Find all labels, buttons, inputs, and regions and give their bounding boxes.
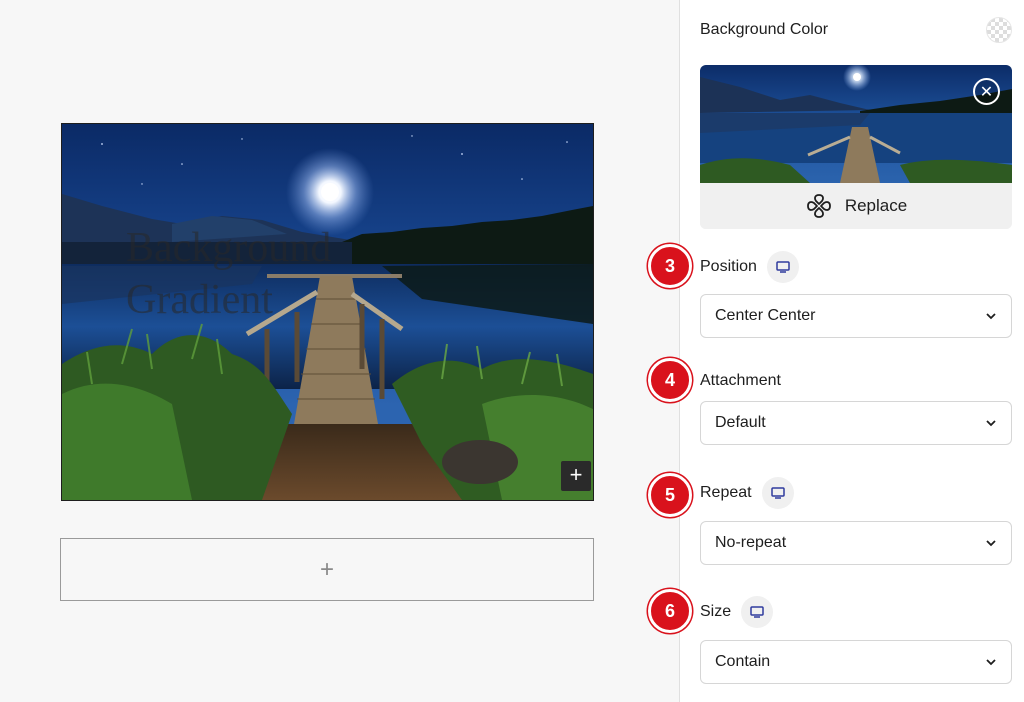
replace-icon <box>806 194 831 218</box>
background-color-row: Background Color <box>700 17 1012 43</box>
block-inserter-plus-icon[interactable]: + <box>561 461 591 491</box>
step-marker-4: 4 <box>648 358 692 402</box>
cover-block[interactable]: Background Gradient + <box>61 123 594 501</box>
desktop-device-icon[interactable] <box>761 477 794 509</box>
editor-canvas: Background Gradient + + <box>0 0 679 702</box>
attachment-select-value: Default <box>715 414 766 431</box>
attachment-select[interactable]: Default <box>700 401 1012 445</box>
replace-label: Replace <box>844 196 908 215</box>
attachment-label: Attachment <box>700 372 781 389</box>
transparent-swatch-icon[interactable] <box>986 17 1012 43</box>
position-select-value: Center Center <box>715 307 816 324</box>
step-marker-6: 6 <box>648 589 692 633</box>
desktop-device-icon[interactable] <box>766 251 799 283</box>
repeat-select[interactable]: No-repeat <box>700 521 1012 565</box>
settings-sidebar: Background Color ✕ Replace Position Cent… <box>679 0 1024 702</box>
block-appender[interactable]: + <box>60 538 594 601</box>
size-label: Size <box>700 603 732 620</box>
chevron-down-icon <box>986 313 996 320</box>
cover-heading-text[interactable]: Background Gradient <box>126 222 466 326</box>
chevron-down-icon <box>986 540 996 547</box>
repeat-label: Repeat <box>700 484 752 501</box>
replace-button[interactable]: Replace <box>700 183 1012 229</box>
background-image-thumbnail <box>700 65 1012 183</box>
desktop-device-icon[interactable] <box>741 596 774 628</box>
size-label-row: Size <box>700 596 774 628</box>
repeat-select-value: No-repeat <box>715 534 787 551</box>
step-marker-3: 3 <box>648 244 692 288</box>
repeat-label-row: Repeat <box>700 477 794 509</box>
position-label: Position <box>700 258 757 275</box>
plus-icon: + <box>319 555 334 583</box>
attachment-label-row: Attachment <box>700 369 781 393</box>
position-label-row: Position <box>700 251 799 283</box>
chevron-down-icon <box>986 420 996 427</box>
step-marker-5: 5 <box>648 473 692 517</box>
chevron-down-icon <box>986 659 996 666</box>
background-color-label: Background Color <box>700 21 829 38</box>
position-select[interactable]: Center Center <box>700 294 1012 338</box>
close-circle-icon[interactable]: ✕ <box>973 78 1000 105</box>
size-select-value: Contain <box>715 653 771 670</box>
size-select[interactable]: Contain <box>700 640 1012 684</box>
background-image-control: ✕ Replace <box>700 65 1012 229</box>
